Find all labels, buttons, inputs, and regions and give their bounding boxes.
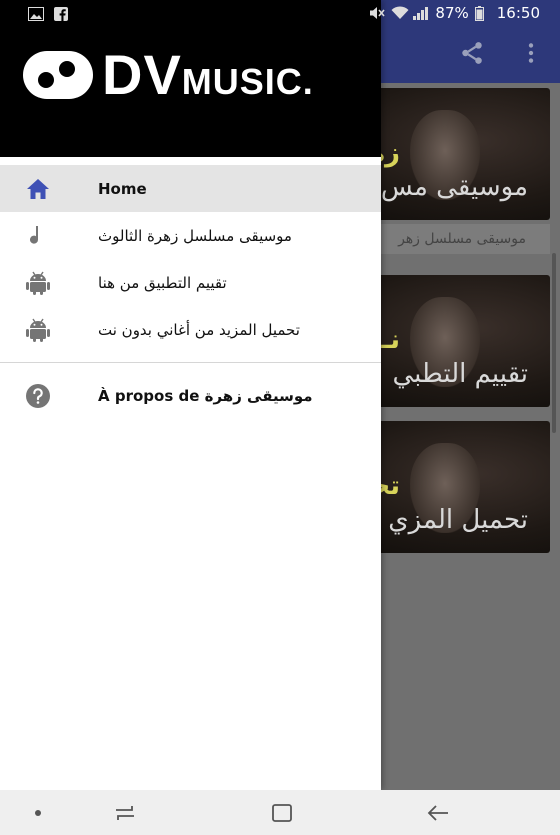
drawer-item-music[interactable]: موسيقى مسلسل زهرة الثالوث <box>0 212 381 259</box>
menu-divider <box>0 362 381 363</box>
scrollbar[interactable] <box>552 253 556 433</box>
drawer-item-home[interactable]: Home <box>0 165 381 212</box>
drawer-menu: Home موسيقى مسلسل زهرة الثالوث تقييم الت… <box>0 165 381 419</box>
home-square-icon[interactable] <box>270 801 294 825</box>
system-nav-bar <box>0 790 560 835</box>
navigation-drawer: DVMUSIC. Home موسيقى مسلسل زهرة الثالوث … <box>0 0 381 790</box>
recents-icon[interactable] <box>113 801 137 825</box>
drawer-item-about[interactable]: À propos de موسيقى زهرة <box>0 372 381 419</box>
status-bar: 87% 16:50 <box>0 0 560 28</box>
card-overlay-text: تقييم التطبي <box>392 359 528 389</box>
drawer-item-label: تحميل المزيد من أغاني بدون نت <box>98 320 300 339</box>
drawer-item-rate-app[interactable]: تقييم التطبيق من هنا <box>0 259 381 306</box>
drawer-item-label: تقييم التطبيق من هنا <box>98 273 227 292</box>
dvmusic-logo: DVMUSIC. <box>23 43 314 106</box>
drawer-item-label: Home <box>98 179 147 198</box>
wifi-icon <box>391 6 409 20</box>
battery-icon <box>474 6 491 21</box>
battery-level: 87% <box>435 4 469 22</box>
android-icon <box>25 270 51 296</box>
card-badge: نـ <box>381 325 400 355</box>
image-icon <box>28 6 44 21</box>
drawer-item-label: À propos de موسيقى زهرة <box>98 386 313 405</box>
drawer-item-more-songs[interactable]: تحميل المزيد من أغاني بدون نت <box>0 306 381 353</box>
back-icon[interactable] <box>426 801 450 825</box>
drawer-item-label: موسيقى مسلسل زهرة الثالوث <box>98 226 292 245</box>
android-icon <box>25 317 51 343</box>
more-vert-icon[interactable] <box>518 40 544 66</box>
logo-mark <box>23 51 93 99</box>
facebook-icon <box>54 6 70 21</box>
card-overlay-text: تحميل المزي <box>388 505 528 535</box>
music-note-icon <box>25 223 51 249</box>
share-icon[interactable] <box>459 40 485 66</box>
mute-icon <box>369 6 386 20</box>
card-overlay-text: موسيقى مس <box>380 172 528 202</box>
home-icon <box>25 176 51 202</box>
clock: 16:50 <box>496 4 540 22</box>
logo-text: DVMUSIC. <box>102 43 314 106</box>
help-icon <box>25 383 51 409</box>
dot-icon[interactable] <box>26 801 50 825</box>
signal-icon <box>413 6 429 20</box>
